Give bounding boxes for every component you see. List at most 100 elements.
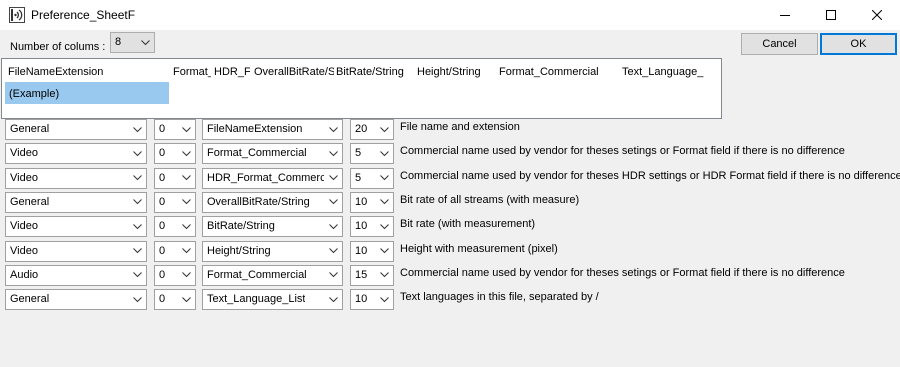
width-select[interactable]: 10 — [350, 240, 394, 262]
stream-select[interactable]: General — [5, 119, 147, 140]
cancel-button[interactable]: Cancel — [741, 33, 818, 55]
chevron-down-icon — [326, 266, 340, 285]
width-select[interactable]: 15 — [350, 264, 394, 286]
stream-select-value: Video — [10, 244, 38, 257]
field-select[interactable]: Height/String — [202, 240, 343, 262]
width-select[interactable]: 10 — [350, 289, 394, 311]
field-description: File name and extension — [400, 121, 520, 133]
preview-header-7: Format_Commercial — [499, 66, 599, 78]
chevron-down-icon — [179, 290, 193, 309]
width-select-value: 10 — [355, 220, 368, 233]
chevron-down-icon — [377, 290, 391, 309]
index-select[interactable]: 0 — [154, 191, 196, 213]
index-select[interactable]: 0 — [154, 289, 196, 311]
preview-header-5: BitRate/String — [336, 66, 404, 78]
preview-list[interactable]: FileNameExtension Format_ HDR_Fo Overall… — [1, 58, 722, 119]
preview-header-6: Height/String — [417, 66, 481, 78]
width-select-value: 20 — [355, 123, 368, 135]
stream-select[interactable]: Video — [5, 216, 147, 238]
chevron-down-icon — [130, 144, 144, 163]
close-button[interactable] — [854, 0, 900, 30]
width-select-value: 10 — [355, 195, 368, 208]
index-select[interactable]: 0 — [154, 143, 196, 165]
index-select-value: 0 — [159, 293, 166, 306]
width-select[interactable]: 5 — [350, 143, 394, 165]
columns-count-label: Number of colums : — [10, 41, 106, 53]
field-select-value: BitRate/String — [207, 220, 275, 233]
chevron-down-icon — [377, 169, 391, 188]
field-select[interactable]: Format_Commercial — [202, 143, 343, 165]
stream-select[interactable]: Video — [5, 240, 147, 262]
width-select[interactable]: 20 — [350, 119, 394, 140]
stream-select-value: General — [10, 195, 50, 208]
width-select[interactable]: 10 — [350, 216, 394, 238]
maximize-button[interactable] — [808, 0, 854, 30]
index-select-value: 0 — [159, 244, 166, 257]
field-select-value: OverallBitRate/String — [207, 195, 310, 208]
field-select[interactable]: Format_Commercial — [202, 264, 343, 286]
chevron-down-icon — [377, 242, 391, 261]
title-bar[interactable]: Preference_SheetF — [0, 0, 900, 30]
minimize-button[interactable] — [762, 0, 808, 30]
field-select[interactable]: Text_Language_List — [202, 289, 343, 311]
chevron-down-icon — [326, 144, 340, 163]
width-select[interactable]: 10 — [350, 191, 394, 213]
chevron-down-icon — [377, 193, 391, 212]
chevron-down-icon — [377, 120, 391, 139]
preview-row-text: (Example) — [9, 88, 60, 100]
field-description: Commercial name used by vendor for these… — [400, 169, 900, 182]
field-select-value: Text_Language_List — [207, 293, 306, 306]
chevron-down-icon — [179, 242, 193, 261]
field-description: Commercial name used by vendor for these… — [400, 266, 845, 279]
chevron-down-icon — [326, 217, 340, 236]
chevron-down-icon — [326, 290, 340, 309]
width-select-value: 10 — [355, 293, 368, 306]
chevron-down-icon — [130, 120, 144, 139]
chevron-down-icon — [130, 290, 144, 309]
field-select[interactable]: FileNameExtension — [202, 119, 343, 140]
index-select-value: 0 — [159, 195, 166, 208]
chevron-down-icon — [130, 242, 144, 261]
field-select-value: Format_Commercial — [207, 147, 307, 160]
columns-count-value: 8 — [115, 36, 122, 48]
stream-select[interactable]: Audio — [5, 264, 147, 286]
index-select[interactable]: 0 — [154, 216, 196, 238]
field-select-value: FileNameExtension — [207, 123, 303, 135]
field-select[interactable]: OverallBitRate/String — [202, 191, 343, 213]
chevron-down-icon — [179, 193, 193, 212]
preview-header-2: Format_ — [173, 66, 211, 78]
field-select[interactable]: BitRate/String — [202, 216, 343, 238]
index-select[interactable]: 0 — [154, 240, 196, 262]
index-select[interactable]: 0 — [154, 119, 196, 140]
chevron-down-icon — [326, 242, 340, 261]
field-select-value: Format_Commercial — [207, 268, 307, 281]
ok-button[interactable]: OK — [820, 33, 897, 55]
stream-select[interactable]: General — [5, 289, 147, 311]
stream-select[interactable]: General — [5, 191, 147, 213]
chevron-down-icon — [130, 217, 144, 236]
chevron-down-icon — [326, 193, 340, 212]
chevron-down-icon — [179, 144, 193, 163]
stream-select-value: General — [10, 293, 50, 306]
window-title: Preference_SheetF — [31, 8, 136, 22]
index-select[interactable]: 0 — [154, 264, 196, 286]
columns-count-select[interactable]: 8 — [110, 32, 155, 53]
field-select[interactable]: HDR_Format_Commercial — [202, 167, 343, 189]
preview-header-4: OverallBitRate/S — [254, 66, 334, 78]
preview-header-3: HDR_Fo — [214, 66, 250, 78]
stream-select[interactable]: Video — [5, 143, 147, 165]
chevron-down-icon — [326, 169, 340, 188]
index-select-value: 0 — [159, 171, 166, 184]
index-select[interactable]: 0 — [154, 167, 196, 189]
field-description: Text languages in this file, separated b… — [400, 291, 599, 304]
stream-select[interactable]: Video — [5, 167, 147, 189]
width-select-value: 10 — [355, 244, 368, 257]
preview-header-8: Text_Language_ — [622, 66, 704, 78]
chevron-down-icon — [130, 193, 144, 212]
close-icon — [872, 10, 882, 20]
stream-select-value: Video — [10, 147, 38, 160]
maximize-icon — [826, 10, 836, 20]
width-select-value: 5 — [355, 147, 362, 160]
chevron-down-icon — [179, 120, 193, 139]
width-select[interactable]: 5 — [350, 167, 394, 189]
